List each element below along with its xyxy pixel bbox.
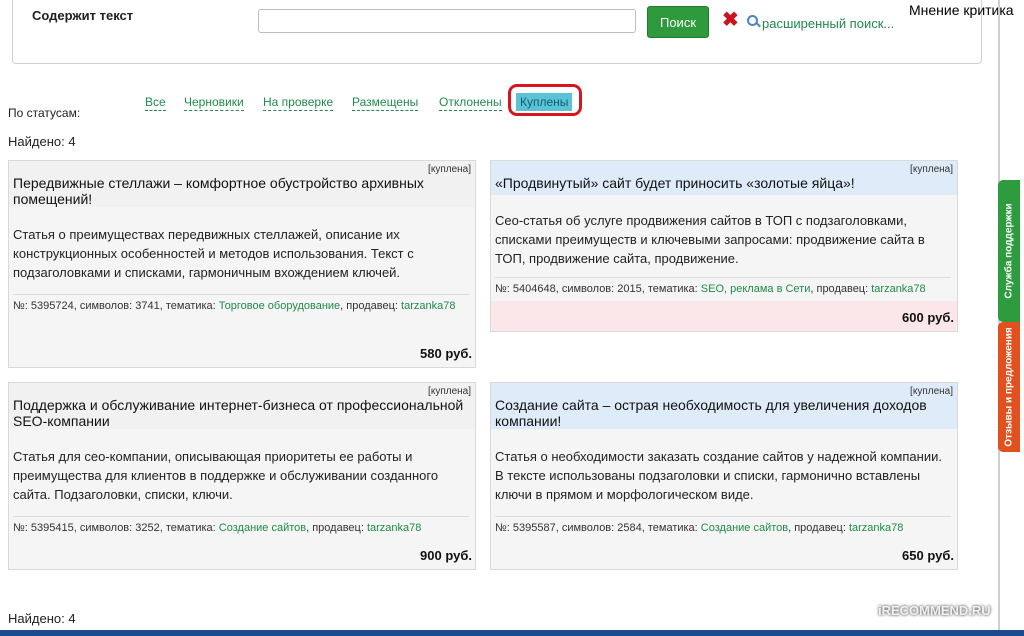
article-card: [куплена] Передвижные стеллажи – комфорт… <box>8 160 476 368</box>
card-seller-link[interactable]: tarzanka78 <box>849 522 903 534</box>
status-badge: [куплена] <box>910 164 953 175</box>
feedback-tab[interactable]: Отзывы и предложения <box>998 322 1020 452</box>
support-tab-label: Служба поддержки <box>1003 203 1015 299</box>
card-meta-info: №: 5395587, символов: 2584, тематика: <box>495 522 698 534</box>
card-meta: №: 5395724, символов: 3741, тематика: То… <box>13 294 469 314</box>
card-title[interactable]: Передвижные стеллажи – комфортное обустр… <box>13 175 473 207</box>
card-header: [куплена] Создание сайта – острая необхо… <box>491 383 957 429</box>
card-price: 650 руб. <box>902 548 954 563</box>
card-seller-label: , продавец: <box>810 283 869 295</box>
card-topic-link[interactable]: Создание сайтов <box>219 522 306 534</box>
price-band <box>491 301 957 331</box>
card-description: Статья для сео-компании, описывающая при… <box>13 449 439 502</box>
status-badge: [куплена] <box>428 164 471 175</box>
filter-all[interactable]: Все <box>145 95 166 111</box>
status-badge: [куплена] <box>428 386 471 397</box>
highlight-annotation <box>508 84 582 116</box>
status-filter-label: По статусам: <box>8 106 81 120</box>
search-button[interactable]: Поиск <box>647 6 709 38</box>
card-meta-info: №: 5404648, символов: 2015, тематика: <box>495 283 698 295</box>
taskbar <box>0 630 1024 636</box>
filter-rejected[interactable]: Отклонены <box>439 95 502 111</box>
card-description: Сео-статья об услуге продвижения сайтов … <box>495 213 925 266</box>
card-seller-link[interactable]: tarzanka78 <box>367 522 421 534</box>
card-price: 580 руб. <box>420 346 472 361</box>
article-card: [куплена] «Продвинутый» сайт будет прино… <box>490 160 958 332</box>
search-icon <box>747 15 758 26</box>
support-tab[interactable]: Служба поддержки <box>998 180 1020 322</box>
filter-published[interactable]: Размещены <box>352 95 419 111</box>
card-title[interactable]: Поддержка и обслуживание интернет-бизнес… <box>13 397 473 429</box>
article-card: [куплена] Создание сайта – острая необхо… <box>490 382 958 570</box>
card-title[interactable]: Создание сайта – острая необходимость дл… <box>495 397 955 429</box>
card-meta-info: №: 5395724, символов: 3741, тематика: <box>13 300 216 312</box>
card-meta-info: №: 5395415, символов: 3252, тематика: <box>13 522 216 534</box>
card-seller-label: , продавец: <box>306 522 364 534</box>
card-description: Статья о преимуществах передвижных стелл… <box>13 227 414 280</box>
card-description: Статья о необходимости заказать создание… <box>495 449 942 502</box>
filter-on-review[interactable]: На проверке <box>263 95 334 111</box>
card-topic-link[interactable]: SEO, реклама в Сети <box>701 283 811 295</box>
card-seller-link[interactable]: tarzanka78 <box>401 300 455 312</box>
card-topic-link[interactable]: Торговое оборудование <box>219 300 340 312</box>
card-seller-label: , продавец: <box>340 300 398 312</box>
article-card: [куплена] Поддержка и обслуживание интер… <box>8 382 476 570</box>
found-count-top: Найдено: 4 <box>8 134 76 149</box>
close-icon[interactable]: ✖ <box>722 10 739 30</box>
card-price: 900 руб. <box>420 548 472 563</box>
status-badge: [куплена] <box>910 386 953 397</box>
watermark-logo: iRECOMMEND.RU <box>878 603 991 618</box>
advanced-search-link[interactable]: расширенный поиск... <box>762 16 894 31</box>
card-price: 600 руб. <box>902 310 954 325</box>
card-header: [куплена] Поддержка и обслуживание интер… <box>9 383 475 429</box>
found-count-bottom: Найдено: 4 <box>8 611 76 626</box>
card-header: [куплена] Передвижные стеллажи – комфорт… <box>9 161 475 207</box>
card-topic-link[interactable]: Создание сайтов <box>701 522 788 534</box>
card-header: [куплена] «Продвинутый» сайт будет прино… <box>491 161 957 195</box>
search-input[interactable] <box>258 9 636 33</box>
card-seller-link[interactable]: tarzanka78 <box>871 283 925 295</box>
filter-drafts[interactable]: Черновики <box>184 95 244 111</box>
card-seller-label: , продавец: <box>788 522 846 534</box>
card-meta: №: 5395415, символов: 3252, тематика: Со… <box>13 516 469 536</box>
search-label: Содержит текст <box>32 8 134 23</box>
card-meta: №: 5395587, символов: 2584, тематика: Со… <box>495 516 951 536</box>
card-title[interactable]: «Продвинутый» сайт будет приносить «золо… <box>495 175 955 191</box>
card-meta: №: 5404648, символов: 2015, тематика: SE… <box>495 277 951 297</box>
feedback-tab-label: Отзывы и предложения <box>1003 327 1015 447</box>
